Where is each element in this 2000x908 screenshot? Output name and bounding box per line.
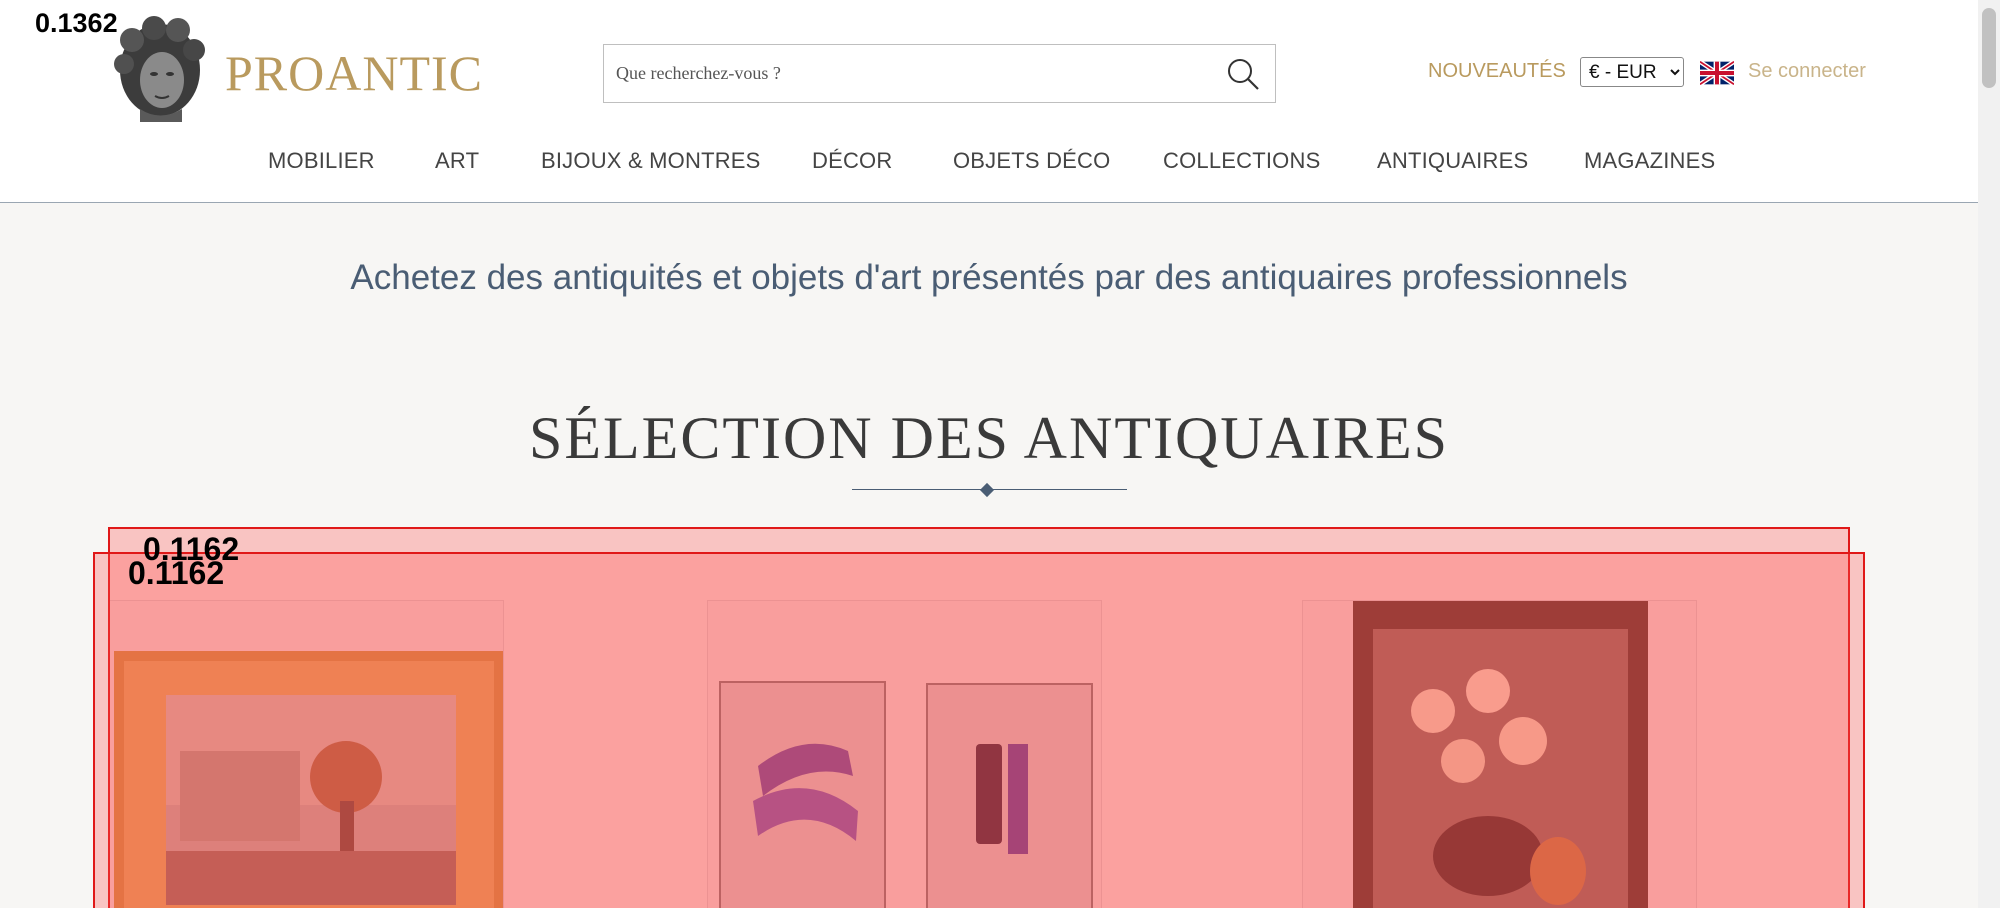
currency-select[interactable]: € - EUR — [1580, 57, 1684, 87]
nav-item-antiquaires[interactable]: ANTIQUAIRES — [1377, 148, 1528, 174]
nav-item-mobilier[interactable]: MOBILIER — [268, 148, 375, 174]
nouveautes-link[interactable]: NOUVEAUTÉS — [1428, 60, 1566, 83]
nav-item-decor[interactable]: DÉCOR — [812, 148, 892, 174]
nav-item-objets-deco[interactable]: OBJETS DÉCO — [953, 148, 1110, 174]
scrollbar-thumb[interactable] — [1982, 8, 1996, 88]
site-header: PROANTIC NOUVEAUTÉS € - EUR Se connecter… — [0, 0, 1978, 203]
overlay-corner-score: 0.1362 — [35, 8, 118, 38]
main-nav: MOBILIER ART BIJOUX & MONTRES DÉCOR OBJE… — [0, 148, 1978, 180]
search-input[interactable] — [616, 45, 1206, 102]
nav-item-collections[interactable]: COLLECTIONS — [1163, 148, 1320, 174]
page-tagline: Achetez des antiquités et objets d'art p… — [350, 258, 1628, 297]
brand-name[interactable]: PROANTIC — [225, 44, 483, 102]
title-diamond-ornament — [979, 482, 995, 498]
search-box — [603, 44, 1276, 103]
uk-flag-icon[interactable] — [1700, 61, 1734, 85]
login-link[interactable]: Se connecter — [1748, 60, 1866, 83]
nav-item-bijoux-montres[interactable]: BIJOUX & MONTRES — [541, 148, 761, 174]
overlay-score-label: 0.1162 — [128, 555, 225, 591]
vertical-scrollbar[interactable] — [1978, 0, 2000, 908]
nav-item-art[interactable]: ART — [435, 148, 479, 174]
overlay-box-inner — [93, 552, 1865, 908]
section-title: SÉLECTION DES ANTIQUAIRES — [529, 405, 1449, 471]
nav-item-magazines[interactable]: MAGAZINES — [1584, 148, 1715, 174]
search-icon[interactable] — [1225, 56, 1261, 92]
bust-logo-icon[interactable] — [110, 14, 208, 122]
